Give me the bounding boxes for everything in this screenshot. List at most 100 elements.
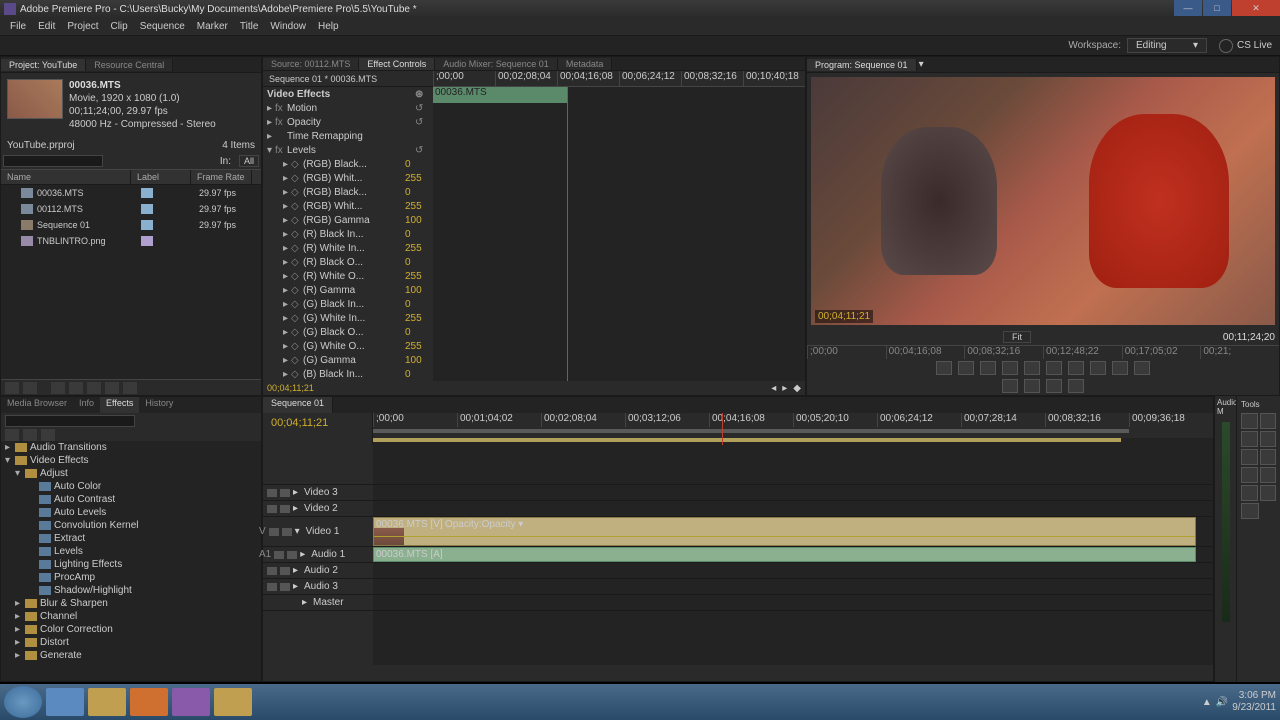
effects-tree-item[interactable]: Auto Levels <box>1 506 261 519</box>
in-filter[interactable]: All <box>239 155 259 167</box>
prev-edit-button[interactable] <box>1046 379 1062 393</box>
loop-button[interactable] <box>1090 361 1106 375</box>
clip-v1[interactable]: 00036.MTS [V] Opacity:Opacity ▾ <box>373 517 1196 546</box>
menu-marker[interactable]: Marker <box>191 21 234 32</box>
effects-tree-item[interactable]: ▾Adjust <box>1 467 261 480</box>
effects-tree-item[interactable]: Convolution Kernel <box>1 519 261 532</box>
timeline-timecode[interactable]: 00;04;11;21 <box>263 413 372 433</box>
goto-out-button[interactable] <box>1068 361 1084 375</box>
effect-motion[interactable]: ▸fxMotion↺ <box>263 101 433 115</box>
program-ruler[interactable]: ;00;0000;04;16;0800;08;32;1600;12;48;220… <box>807 345 1279 359</box>
menu-help[interactable]: Help <box>312 21 345 32</box>
effects-tree-item[interactable]: ▸Audio Transitions <box>1 441 261 454</box>
ec-playhead[interactable] <box>567 87 568 381</box>
find-icon[interactable] <box>69 382 83 394</box>
list-item[interactable]: Sequence 0129.97 fps <box>1 217 261 233</box>
search-icon[interactable] <box>1219 39 1233 53</box>
cslive-button[interactable]: CS Live <box>1237 40 1272 51</box>
tab-effects[interactable]: Effects <box>100 397 139 413</box>
minimize-button[interactable]: — <box>1174 0 1202 16</box>
tab-project[interactable]: Project: YouTube <box>1 59 86 71</box>
zoom-tool[interactable] <box>1241 503 1259 519</box>
maximize-button[interactable]: □ <box>1203 0 1231 16</box>
mark-in-button[interactable] <box>936 361 952 375</box>
menu-title[interactable]: Title <box>234 21 265 32</box>
taskbar-media-icon[interactable] <box>130 688 168 716</box>
rolling-tool[interactable] <box>1260 431 1277 447</box>
list-item[interactable]: TNBLINTRO.png <box>1 233 261 249</box>
track-v3[interactable] <box>373 485 1213 501</box>
track-a1[interactable]: 00036.MTS [A] <box>373 547 1213 563</box>
effects-tree-item[interactable]: ▾Video Effects <box>1 454 261 467</box>
close-button[interactable]: ✕ <box>1232 0 1280 16</box>
effect-opacity[interactable]: ▸fxOpacity↺ <box>263 115 433 129</box>
trash-icon[interactable] <box>123 382 137 394</box>
menu-clip[interactable]: Clip <box>104 21 133 32</box>
tray-icon[interactable]: 🔊 <box>1216 697 1228 708</box>
workspace-selector[interactable]: Editing▾ <box>1127 38 1207 53</box>
export-frame-button[interactable] <box>1134 361 1150 375</box>
taskbar-ie-icon[interactable] <box>46 688 84 716</box>
add-keyframe-icon[interactable]: ◆ <box>793 383 801 394</box>
levels-param[interactable]: ▸◇(R) Black O...0 <box>263 255 433 269</box>
taskbar-explorer-icon[interactable] <box>88 688 126 716</box>
mark-out-button[interactable] <box>958 361 974 375</box>
levels-param[interactable]: ▸◇(RGB) Black...0 <box>263 185 433 199</box>
slide-tool[interactable] <box>1260 467 1277 483</box>
effect-levels[interactable]: ▾fxLevels↺ <box>263 143 433 157</box>
taskbar-premiere-icon[interactable] <box>172 688 210 716</box>
taskbar-folder-icon[interactable] <box>214 688 252 716</box>
levels-param[interactable]: ▸◇(R) White O...255 <box>263 269 433 283</box>
prev-keyframe-icon[interactable]: ◂ <box>771 383 776 394</box>
menu-project[interactable]: Project <box>61 21 104 32</box>
levels-param[interactable]: ▸◇(RGB) Gamma100 <box>263 213 433 227</box>
track-a3[interactable] <box>373 579 1213 595</box>
program-video[interactable]: 00;04;11;21 <box>811 77 1275 325</box>
tab-info[interactable]: Info <box>73 397 100 413</box>
tab-sequence[interactable]: Sequence 01 <box>263 397 333 413</box>
next-keyframe-icon[interactable]: ▸ <box>782 383 787 394</box>
tray-icon[interactable]: ▲ <box>1202 697 1212 708</box>
effects-tree-item[interactable]: Auto Color <box>1 480 261 493</box>
list-item[interactable]: 00112.MTS29.97 fps <box>1 201 261 217</box>
effects-tree-item[interactable]: ▸Blur & Sharpen <box>1 597 261 610</box>
tab-audio-mixer[interactable]: Audio Mixer: Sequence 01 <box>435 58 558 70</box>
ripple-tool[interactable] <box>1241 431 1258 447</box>
timeline-zoom-bar[interactable] <box>263 665 1213 681</box>
goto-in-button[interactable] <box>980 361 996 375</box>
levels-param[interactable]: ▸◇(G) White In...255 <box>263 311 433 325</box>
extract-button[interactable] <box>1024 379 1040 393</box>
effects-tree-item[interactable]: ▸Distort <box>1 636 261 649</box>
new-bin-icon[interactable] <box>87 382 101 394</box>
safe-margins-button[interactable] <box>1112 361 1128 375</box>
effects-search-input[interactable] <box>5 415 135 427</box>
effects-tree-item[interactable]: ▸Channel <box>1 610 261 623</box>
menu-sequence[interactable]: Sequence <box>134 21 191 32</box>
track-head-a3[interactable]: ▸Audio 3 <box>263 579 373 595</box>
track-a2[interactable] <box>373 563 1213 579</box>
list-item[interactable]: 00036.MTS29.97 fps <box>1 185 261 201</box>
32bit-icon[interactable] <box>41 429 55 441</box>
levels-param[interactable]: ▸◇(RGB) Black...0 <box>263 157 433 171</box>
new-item-icon[interactable] <box>105 382 119 394</box>
levels-param[interactable]: ▸◇(R) White In...255 <box>263 241 433 255</box>
levels-param[interactable]: ▸◇(R) Black In...0 <box>263 227 433 241</box>
project-search-input[interactable] <box>3 155 103 167</box>
levels-param[interactable]: ▸◇(G) Black O...0 <box>263 325 433 339</box>
ec-ruler[interactable]: ;00;0000;02;08;0400;04;16;0800;06;24;120… <box>433 71 805 87</box>
effects-tree-item[interactable]: Shadow/Highlight <box>1 584 261 597</box>
list-view-icon[interactable] <box>5 382 19 394</box>
step-back-button[interactable] <box>1002 361 1018 375</box>
levels-param[interactable]: ▸◇(RGB) Whit...255 <box>263 199 433 213</box>
track-head-master[interactable]: ▸Master <box>263 595 373 611</box>
rate-stretch-tool[interactable] <box>1241 449 1258 465</box>
tab-resource-central[interactable]: Resource Central <box>86 59 173 71</box>
timeline-ruler[interactable]: ;00;0000;01;04;0200;02;08;0400;03;12;060… <box>373 413 1213 427</box>
effects-tree-item[interactable]: Lighting Effects <box>1 558 261 571</box>
zoom-fit[interactable]: Fit <box>1003 331 1031 343</box>
tab-metadata[interactable]: Metadata <box>558 58 613 70</box>
start-button[interactable] <box>4 686 42 718</box>
effects-tree-item[interactable]: ▸Color Correction <box>1 623 261 636</box>
automate-icon[interactable] <box>51 382 65 394</box>
effects-tree-item[interactable]: ProcAmp <box>1 571 261 584</box>
